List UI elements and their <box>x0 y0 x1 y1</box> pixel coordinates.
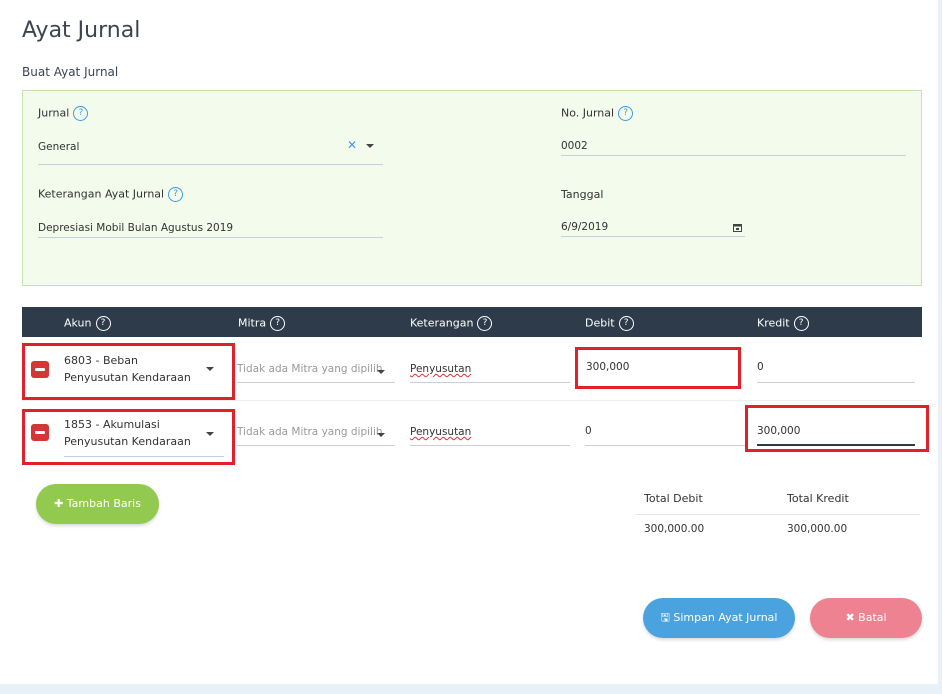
total-kredit-value: 300,000.00 <box>787 523 848 535</box>
jurnal-label: Jurnal? <box>38 106 89 121</box>
no-jurnal-label: No. Jurnal? <box>561 106 634 121</box>
add-row-button[interactable]: ✚ Tambah Baris <box>36 484 159 524</box>
calendar-icon[interactable] <box>733 223 742 232</box>
cancel-button[interactable]: ✖ Batal <box>810 598 922 638</box>
header-keterangan: Keterangan? <box>410 316 493 331</box>
akun-value: 1853 - Akumulasi Penyusutan Kendaraan <box>64 418 191 448</box>
debit-value: 0 <box>585 425 592 437</box>
chevron-down-icon[interactable] <box>206 432 214 436</box>
debit-value: 300,000 <box>586 361 630 373</box>
help-icon[interactable]: ? <box>793 316 809 331</box>
help-icon[interactable]: ? <box>168 187 184 202</box>
no-jurnal-value: 0002 <box>561 140 588 152</box>
help-icon[interactable]: ? <box>95 316 111 331</box>
header-kredit: Kredit? <box>757 316 809 331</box>
mitra-placeholder: Tidak ada Mitra yang dipilih <box>237 363 383 375</box>
jurnal-select[interactable]: General ✕ <box>38 138 383 165</box>
delete-row-button[interactable] <box>31 361 49 378</box>
tanggal-field[interactable]: 6/9/2019 <box>561 219 745 237</box>
keterangan-row-value: Penyusutan <box>410 426 472 438</box>
header-mitra: Mitra? <box>238 316 286 331</box>
keterangan-field[interactable]: Depresiasi Mobil Bulan Agustus 2019 <box>38 220 383 238</box>
header-akun: Akun? <box>64 316 111 331</box>
akun-select[interactable]: 1853 - Akumulasi Penyusutan Kendaraan <box>64 416 224 457</box>
kredit-input[interactable]: 300,000 <box>757 422 915 446</box>
save-button[interactable]: 🖫 Simpan Ayat Jurnal <box>643 598 795 638</box>
keterangan-value: Depresiasi Mobil Bulan Agustus 2019 <box>38 222 234 234</box>
total-debit-value: 300,000.00 <box>644 523 705 535</box>
delete-row-button[interactable] <box>31 424 49 441</box>
chevron-down-icon[interactable] <box>377 370 385 374</box>
akun-select[interactable]: 6803 - Beban Penyusutan Kendaraan <box>64 352 224 388</box>
section-title: Buat Ayat Jurnal <box>22 65 119 79</box>
keterangan-row-field[interactable]: Penyusutan <box>410 422 570 446</box>
help-icon[interactable]: ? <box>73 106 89 121</box>
debit-input[interactable]: 300,000 <box>586 359 726 379</box>
mitra-placeholder: Tidak ada Mitra yang dipilih <box>237 426 383 438</box>
header-debit: Debit? <box>585 316 634 331</box>
tanggal-label: Tanggal <box>561 188 604 201</box>
kredit-input[interactable]: 0 <box>757 359 915 383</box>
help-icon[interactable]: ? <box>270 316 286 331</box>
chevron-down-icon[interactable] <box>377 433 385 437</box>
help-icon[interactable]: ? <box>477 316 493 331</box>
keterangan-row-field[interactable]: Penyusutan <box>410 359 570 383</box>
keterangan-row-value: Penyusutan <box>410 363 472 375</box>
help-icon[interactable]: ? <box>618 316 634 331</box>
jurnal-select-value: General <box>38 141 80 153</box>
total-kredit-label: Total Kredit <box>787 492 849 505</box>
kredit-value: 300,000 <box>757 425 801 437</box>
keterangan-label: Keterangan Ayat Jurnal? <box>38 187 184 202</box>
mitra-select[interactable]: Tidak ada Mitra yang dipilih <box>237 359 395 383</box>
no-jurnal-field[interactable]: 0002 <box>561 138 906 156</box>
chevron-down-icon[interactable] <box>206 367 214 371</box>
tanggal-value: 6/9/2019 <box>561 221 609 233</box>
kredit-value: 0 <box>757 361 764 373</box>
page: Ayat Jurnal Buat Ayat Jurnal Jurnal? Gen… <box>0 0 938 684</box>
chevron-down-icon[interactable] <box>366 144 374 148</box>
akun-value: 6803 - Beban Penyusutan Kendaraan <box>64 354 191 384</box>
help-icon[interactable]: ? <box>618 106 634 121</box>
total-debit-label: Total Debit <box>644 492 703 505</box>
debit-input[interactable]: 0 <box>585 422 745 446</box>
page-title: Ayat Jurnal <box>22 18 141 43</box>
mitra-select[interactable]: Tidak ada Mitra yang dipilih <box>237 422 395 446</box>
clear-icon[interactable]: ✕ <box>347 138 357 152</box>
journal-table-header: Akun? Mitra? Keterangan? Debit? Kredit? <box>22 307 922 337</box>
totals-divider <box>636 514 920 515</box>
